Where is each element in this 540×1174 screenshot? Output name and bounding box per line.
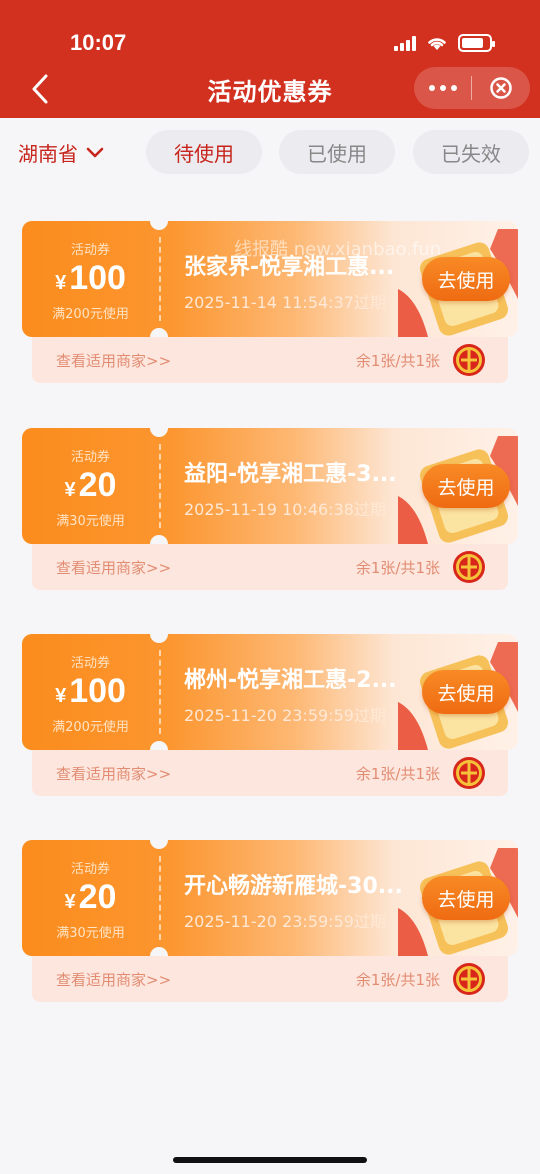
- coupon-card: 活动券 ¥100 满200元使用 张家界-悦享湘工惠... 2025-11-14…: [22, 212, 518, 383]
- coupon-kind: 活动券: [70, 862, 110, 877]
- coupon-card: 活动券 ¥100 满200元使用 郴州-悦享湘工惠-2... 2025-11-2…: [22, 625, 518, 796]
- view-merchants-link[interactable]: 查看适用商家>>: [56, 350, 171, 371]
- close-circle-icon[interactable]: [472, 67, 529, 109]
- status-icons: [394, 34, 495, 52]
- use-coupon-button[interactable]: 去使用: [422, 670, 510, 714]
- coupon-condition: 满30元使用: [56, 514, 125, 529]
- coupon-main[interactable]: 活动券 ¥100 满200元使用 郴州-悦享湘工惠-2... 2025-11-2…: [22, 634, 518, 750]
- app-header: 10:07 活动优惠券: [0, 0, 540, 118]
- coupon-divider: [159, 444, 161, 528]
- tab-unused[interactable]: 待使用: [146, 130, 262, 174]
- more-dots-icon[interactable]: [414, 67, 471, 109]
- coupon-main[interactable]: 活动券 ¥20 满30元使用 开心畅游新雁城-30... 2025-11-20 …: [22, 840, 518, 956]
- coupon-remaining: 余1张/共1张: [355, 559, 440, 577]
- coupon-footer: 查看适用商家>> 余1张/共1张: [32, 337, 508, 383]
- currency-symbol: ¥: [64, 891, 76, 913]
- tab-used[interactable]: 已使用: [279, 130, 395, 174]
- coupon-expiry: 2025-11-14 11:54:37过期: [184, 293, 386, 312]
- wifi-icon: [428, 38, 446, 50]
- coupon-main[interactable]: 活动券 ¥20 满30元使用 益阳-悦享湘工惠-3... 2025-11-19 …: [22, 428, 518, 544]
- coupon-amount: ¥100: [22, 259, 159, 298]
- coupon-divider: [159, 650, 161, 734]
- coupon-remaining: 余1张/共1张: [355, 352, 440, 370]
- filter-bar: 湖南省 待使用 已使用 已失效: [0, 118, 540, 188]
- amount-number: 100: [69, 259, 126, 297]
- coupon-divider: [159, 856, 161, 940]
- view-merchants-link[interactable]: 查看适用商家>>: [56, 763, 171, 784]
- coupon-footer: 查看适用商家>> 余1张/共1张: [32, 750, 508, 796]
- coupon-expiry: 2025-11-19 10:46:38过期: [184, 500, 386, 519]
- coupon-title: 郴州-悦享湘工惠-2...: [184, 668, 397, 693]
- view-merchants-link[interactable]: 查看适用商家>>: [56, 969, 171, 990]
- coupon-value: 活动券 ¥100 满200元使用: [22, 221, 159, 337]
- coupon-expiry: 2025-11-20 23:59:59过期: [184, 912, 386, 931]
- view-merchants-link[interactable]: 查看适用商家>>: [56, 557, 171, 578]
- trade-union-logo-icon: [453, 551, 485, 583]
- coupon-amount: ¥20: [22, 466, 159, 505]
- trade-union-logo-icon: [453, 344, 485, 376]
- coupon-expiry: 2025-11-20 23:59:59过期: [184, 706, 386, 725]
- coupon-condition: 满200元使用: [52, 307, 129, 322]
- coupon-kind: 活动券: [70, 656, 110, 671]
- home-indicator: [173, 1157, 367, 1163]
- coupon-condition: 满200元使用: [52, 720, 129, 735]
- coupon-amount: ¥20: [22, 878, 159, 917]
- coupon-divider: [159, 237, 161, 321]
- coupon-footer: 查看适用商家>> 余1张/共1张: [32, 956, 508, 1002]
- coupon-remaining: 余1张/共1张: [355, 971, 440, 989]
- currency-symbol: ¥: [55, 685, 67, 707]
- coupon-condition: 满30元使用: [56, 926, 125, 941]
- ticket-notch: [150, 625, 168, 643]
- coupon-remaining: 余1张/共1张: [355, 765, 440, 783]
- province-label: 湖南省: [18, 142, 78, 166]
- ticket-notch: [150, 831, 168, 849]
- coupon-kind: 活动券: [70, 450, 110, 465]
- ticket-notch: [150, 212, 168, 230]
- trade-union-logo-icon: [453, 963, 485, 995]
- battery-icon: [458, 34, 495, 52]
- coupon-title: 开心畅游新雁城-30...: [184, 874, 403, 899]
- coupon-value: 活动券 ¥20 满30元使用: [22, 428, 159, 544]
- tab-expired[interactable]: 已失效: [413, 130, 529, 174]
- mini-program-capsule: [414, 67, 530, 109]
- trade-union-logo-icon: [453, 757, 485, 789]
- amount-number: 100: [69, 672, 126, 710]
- coupon-kind: 活动券: [70, 243, 110, 258]
- amount-number: 20: [78, 466, 117, 504]
- use-coupon-button[interactable]: 去使用: [422, 464, 510, 508]
- coupon-title: 益阳-悦享湘工惠-3...: [184, 462, 397, 487]
- coupon-footer: 查看适用商家>> 余1张/共1张: [32, 544, 508, 590]
- ticket-notch: [150, 419, 168, 437]
- coupon-main[interactable]: 活动券 ¥100 满200元使用 张家界-悦享湘工惠... 2025-11-14…: [22, 221, 518, 337]
- chevron-down-icon: [86, 147, 104, 157]
- province-selector[interactable]: 湖南省: [18, 138, 104, 167]
- currency-symbol: ¥: [64, 479, 76, 501]
- currency-symbol: ¥: [55, 272, 67, 294]
- watermark-text: 线报酷 new.xianbao.fun: [234, 239, 442, 260]
- coupon-value: 活动券 ¥100 满200元使用: [22, 634, 159, 750]
- status-time: 10:07: [70, 30, 127, 55]
- coupon-card: 活动券 ¥20 满30元使用 益阳-悦享湘工惠-3... 2025-11-19 …: [22, 419, 518, 590]
- coupon-amount: ¥100: [22, 672, 159, 711]
- use-coupon-button[interactable]: 去使用: [422, 257, 510, 301]
- coupon-value: 活动券 ¥20 满30元使用: [22, 840, 159, 956]
- use-coupon-button[interactable]: 去使用: [422, 876, 510, 920]
- amount-number: 20: [78, 878, 117, 916]
- coupon-card: 活动券 ¥20 满30元使用 开心畅游新雁城-30... 2025-11-20 …: [22, 831, 518, 1002]
- signal-icon: [394, 35, 416, 51]
